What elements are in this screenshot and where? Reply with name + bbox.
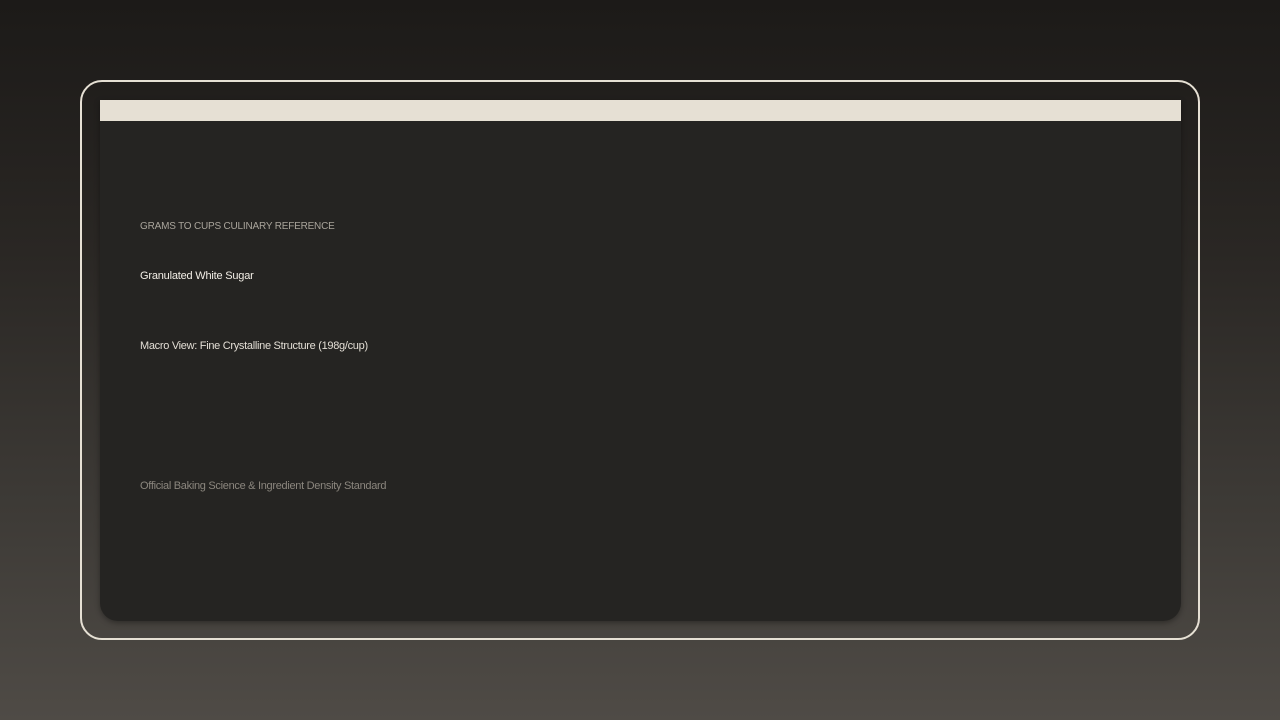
card-kicker: GRAMS TO CUPS CULINARY REFERENCE: [140, 221, 335, 232]
card-top-bar: [100, 100, 1181, 121]
ingredient-title: Granulated White Sugar: [140, 270, 254, 282]
reference-card: GRAMS TO CUPS CULINARY REFERENCE Granula…: [100, 100, 1181, 621]
card-footer: Official Baking Science & Ingredient Den…: [140, 480, 387, 492]
image-caption: Macro View: Fine Crystalline Structure (…: [140, 340, 368, 352]
